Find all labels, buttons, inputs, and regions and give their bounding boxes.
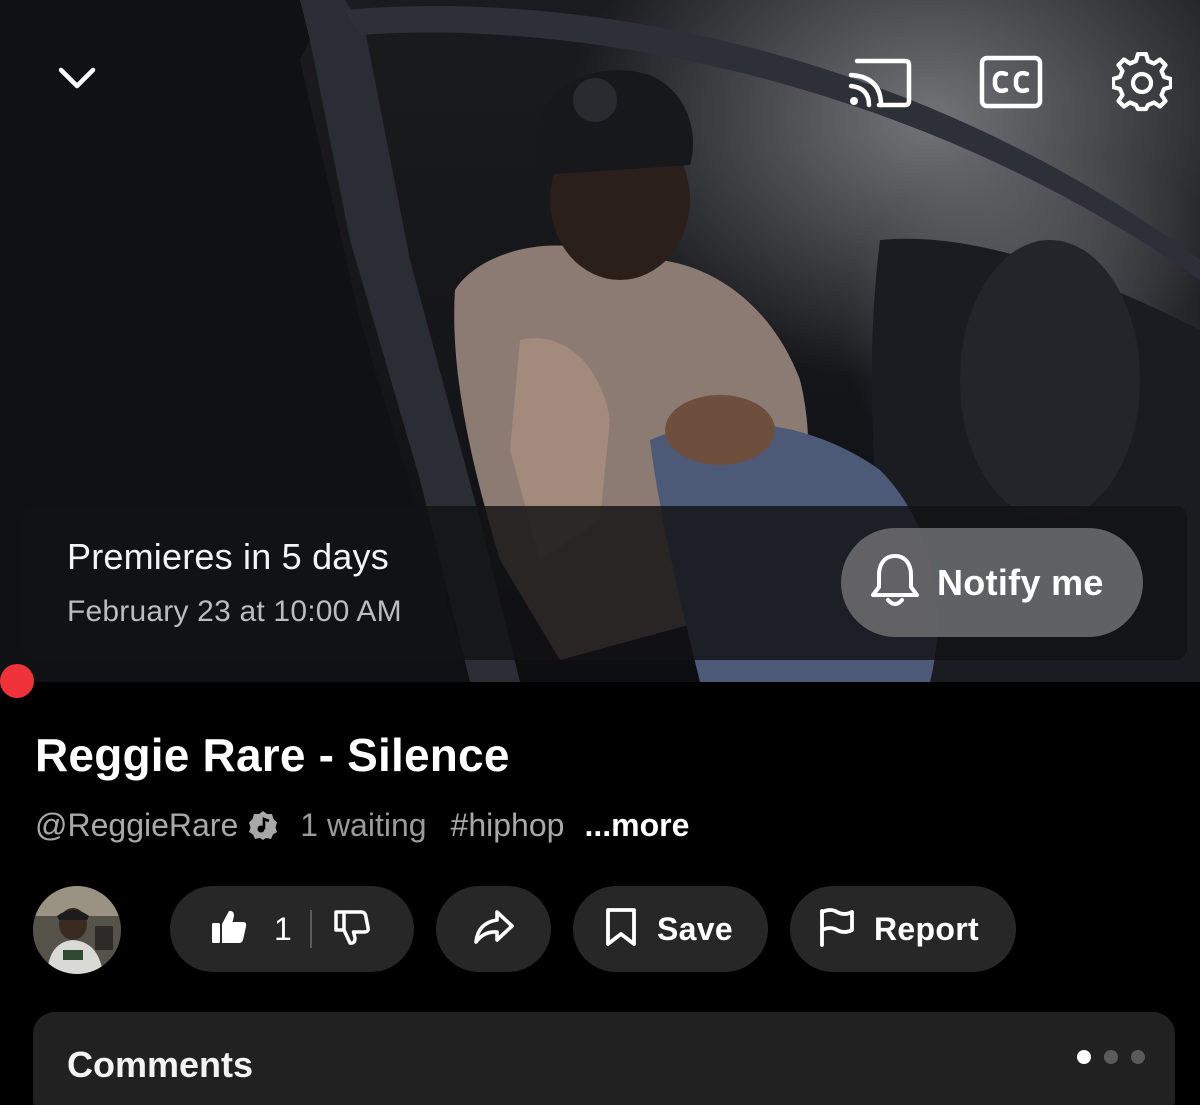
video-title: Reggie Rare - Silence <box>35 729 510 781</box>
thumbs-up-icon <box>210 908 248 951</box>
waiting-count: 1 waiting <box>300 806 427 843</box>
like-count: 1 <box>274 910 292 947</box>
save-button[interactable]: Save <box>573 886 768 972</box>
video-player[interactable]: Premieres in 5 days February 23 at 10:00… <box>0 0 1200 682</box>
channel-handle[interactable]: @ReggieRare <box>35 807 238 844</box>
dislike-button[interactable] <box>312 886 372 972</box>
bell-icon <box>869 551 921 614</box>
premiere-date: February 23 at 10:00 AM <box>67 595 402 628</box>
share-button[interactable] <box>436 886 551 972</box>
cast-icon <box>847 55 913 109</box>
settings-button[interactable] <box>1102 42 1182 122</box>
progress-scrubber-handle[interactable] <box>0 664 34 698</box>
premiere-overlay: Premieres in 5 days February 23 at 10:00… <box>22 506 1187 660</box>
hashtag-link[interactable]: #hiphop <box>451 807 565 844</box>
report-label: Report <box>874 910 979 947</box>
report-button[interactable]: Report <box>790 886 1016 972</box>
notify-me-button[interactable]: Notify me <box>841 528 1143 637</box>
screen: Premieres in 5 days February 23 at 10:00… <box>0 0 1200 1105</box>
more-description-link[interactable]: ...more <box>584 807 689 844</box>
thumbs-down-icon <box>332 907 372 952</box>
bookmark-icon <box>603 907 639 952</box>
video-meta-row: @ReggieRare 1 waiting #hiphop ...more <box>35 804 689 846</box>
player-top-controls <box>0 0 1200 150</box>
flag-icon <box>818 907 856 952</box>
captions-button[interactable] <box>971 42 1051 122</box>
like-dislike-group: 1 <box>170 886 414 972</box>
page-dot-2 <box>1104 1050 1118 1064</box>
save-label: Save <box>657 910 733 947</box>
chevron-down-icon <box>55 56 99 100</box>
closed-captions-icon <box>979 55 1043 109</box>
like-button[interactable]: 1 <box>170 886 292 972</box>
notify-me-label: Notify me <box>937 561 1104 603</box>
comments-page-indicator <box>1077 1050 1145 1064</box>
minimize-button[interactable] <box>37 38 117 118</box>
share-arrow-icon <box>472 908 516 951</box>
page-dot-3 <box>1131 1050 1145 1064</box>
settings-gear-icon <box>1112 52 1172 112</box>
comments-title: Comments <box>67 1044 254 1085</box>
channel-avatar[interactable] <box>33 886 121 974</box>
avatar-image <box>33 886 121 974</box>
verified-artist-icon <box>248 810 278 840</box>
premiere-countdown: Premieres in 5 days <box>67 536 389 577</box>
comments-panel[interactable]: Comments <box>33 1012 1175 1105</box>
cast-button[interactable] <box>840 42 920 122</box>
page-dot-1 <box>1077 1050 1091 1064</box>
